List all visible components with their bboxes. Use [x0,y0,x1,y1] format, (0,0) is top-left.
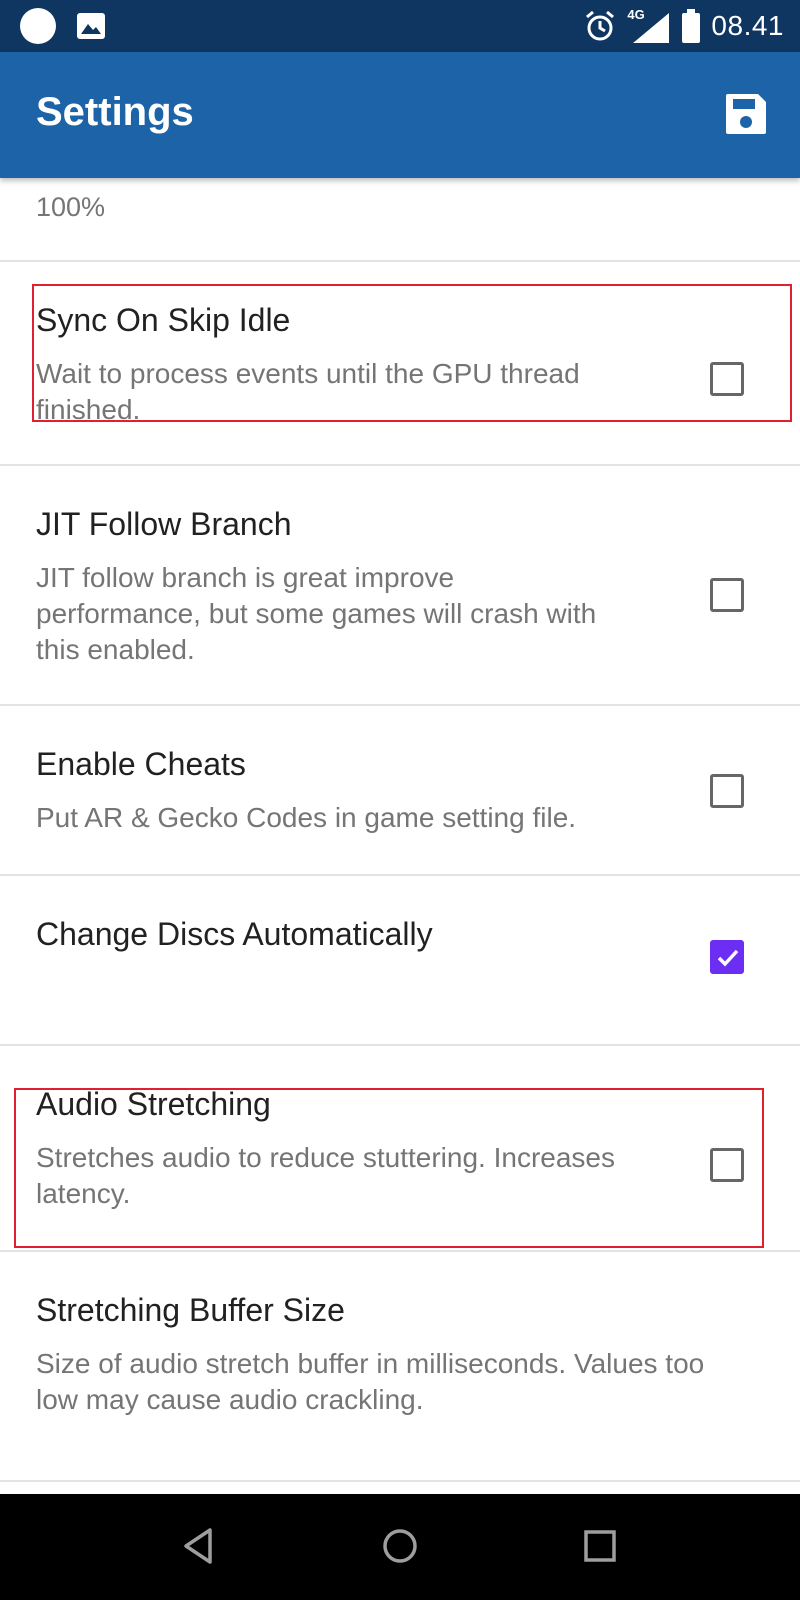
setting-sync-on-skip-idle[interactable]: Sync On Skip Idle Wait to process events… [0,262,800,466]
setting-title: JIT Follow Branch [36,506,292,542]
change-discs-checkbox[interactable] [710,940,744,974]
setting-title: Stretching Buffer Size [36,1292,345,1328]
setting-stretching-buffer-size[interactable]: Stretching Buffer Size Size of audio str… [0,1252,800,1458]
setting-summary: Size of audio stretch buffer in millisec… [36,1348,705,1415]
settings-list: 100% Sync On Skip Idle Wait to process e… [0,178,800,1494]
setting-change-discs-automatically[interactable]: Change Discs Automatically [0,876,800,1046]
setting-title: Sync On Skip Idle [36,302,291,338]
clock: 08.41 [711,10,784,41]
jit-follow-branch-checkbox[interactable] [710,578,744,612]
status-bar: 4G 08.41 [0,0,800,52]
setting-title: Enable Cheats [36,746,246,782]
enable-cheats-checkbox[interactable] [710,774,744,808]
setting-summary: Put AR & Gecko Codes in game setting fil… [36,802,577,833]
save-icon[interactable] [724,92,768,136]
checkmark-icon [717,949,739,967]
sync-on-skip-idle-checkbox[interactable] [710,362,744,396]
setting-title: Change Discs Automatically [36,916,433,952]
app-bar: Settings [0,52,800,178]
alarm-icon [586,10,615,41]
divider [0,1480,800,1482]
setting-summary: Stretches audio to reduce stuttering. In… [36,1142,615,1209]
setting-summary: JIT follow branch is great improve perfo… [36,562,597,665]
previous-setting-value: 100% [36,192,106,222]
back-icon[interactable] [178,1524,222,1568]
navigation-bar [0,1494,800,1600]
recents-icon[interactable] [578,1524,622,1568]
battery-icon [682,9,701,43]
setting-audio-stretching[interactable]: Audio Stretching Stretches audio to redu… [0,1046,800,1252]
audio-stretching-checkbox[interactable] [710,1148,744,1182]
setting-title: Audio Stretching [36,1086,271,1122]
signal-icon: 4G [627,7,671,43]
setting-summary: Wait to process events until the GPU thr… [36,358,580,425]
page-title: Settings [36,90,194,134]
image-icon [77,13,105,39]
home-icon[interactable] [378,1524,422,1568]
setting-enable-cheats[interactable]: Enable Cheats Put AR & Gecko Codes in ga… [0,706,800,876]
notification-dot-icon [20,8,56,44]
setting-jit-follow-branch[interactable]: JIT Follow Branch JIT follow branch is g… [0,466,800,706]
